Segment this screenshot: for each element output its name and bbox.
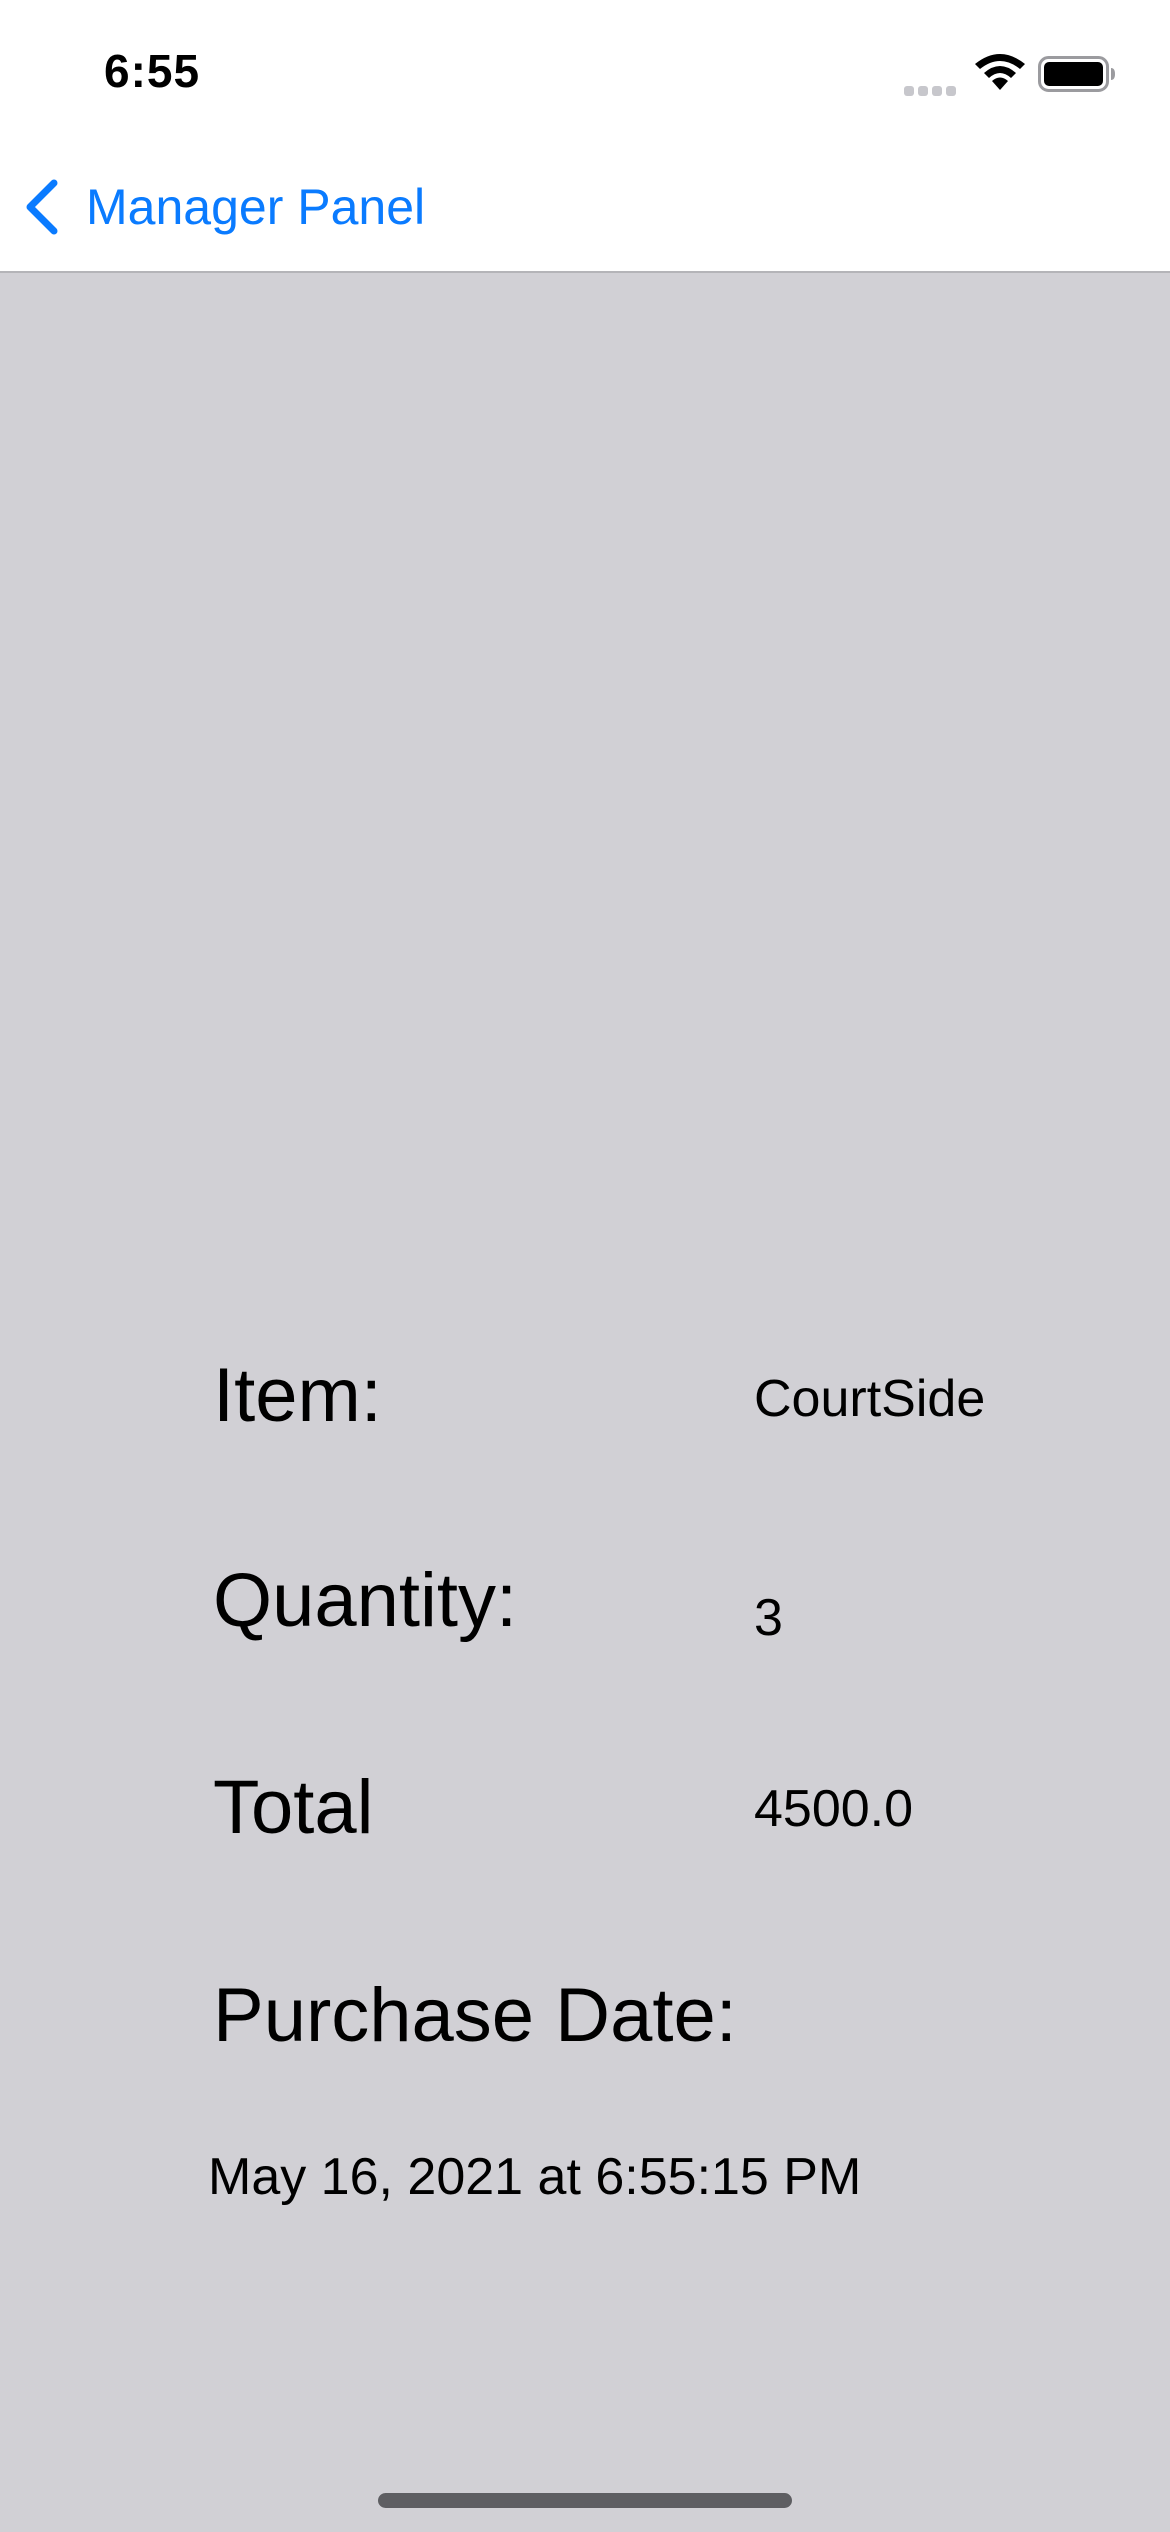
back-button[interactable]: Manager Panel (22, 174, 425, 240)
back-button-label: Manager Panel (86, 179, 426, 235)
quantity-value: 3 (754, 1589, 783, 1647)
cellular-signal-icon (904, 86, 956, 96)
status-time: 6:55 (104, 45, 201, 97)
status-bar: 6:55 (0, 0, 1170, 140)
wifi-icon (975, 54, 1025, 90)
total-label: Total (213, 1765, 374, 1850)
battery-icon (1038, 56, 1115, 92)
chevron-left-icon (26, 179, 58, 235)
item-value: CourtSide (754, 1370, 986, 1428)
home-indicator[interactable] (378, 2493, 792, 2508)
total-value: 4500.0 (754, 1780, 914, 1838)
navigation-bar: Manager Panel (0, 140, 1170, 273)
purchase-date-label: Purchase Date: (213, 1973, 737, 2058)
purchase-date-value: May 16, 2021 at 6:55:15 PM (208, 2148, 862, 2206)
quantity-label: Quantity: (213, 1558, 518, 1643)
item-label: Item: (213, 1353, 382, 1438)
